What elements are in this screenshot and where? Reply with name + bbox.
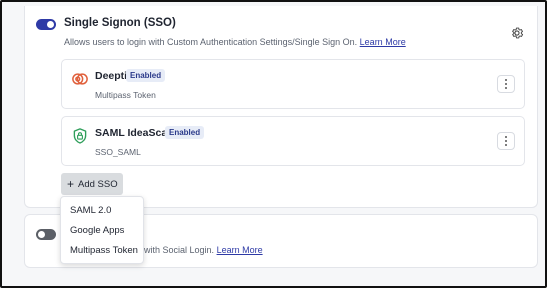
social-description-text: with Social Login. xyxy=(144,245,215,255)
provider-type: SSO_SAML xyxy=(95,147,141,157)
provider-name: Deepti xyxy=(95,70,128,82)
social-learn-more-link[interactable]: Learn More xyxy=(217,245,263,255)
dropdown-item-multipass-token[interactable]: Multipass Token xyxy=(61,242,143,262)
toggle-knob xyxy=(47,21,54,28)
provider-card-saml-ideascale: SAML IdeaScale Enabled SSO_SAML xyxy=(61,116,525,166)
toggle-knob xyxy=(38,231,45,238)
multipass-icon xyxy=(72,73,88,85)
sso-learn-more-link[interactable]: Learn More xyxy=(360,37,406,47)
sso-description: Allows users to login with Custom Authen… xyxy=(64,37,406,47)
provider-name: SAML IdeaScale xyxy=(95,127,176,139)
status-badge: Enabled xyxy=(165,126,205,139)
sso-title: Single Signon (SSO) xyxy=(64,17,176,29)
settings-panel: Single Signon (SSO) Allows users to logi… xyxy=(0,0,547,288)
kebab-icon xyxy=(505,78,507,90)
gear-icon[interactable] xyxy=(510,26,524,40)
add-sso-label: Add SSO xyxy=(78,178,118,190)
sso-toggle[interactable] xyxy=(36,19,56,30)
dropdown-item-saml[interactable]: SAML 2.0 xyxy=(61,202,143,222)
add-sso-button[interactable]: + Add SSO xyxy=(61,173,123,195)
status-badge: Enabled xyxy=(126,69,166,82)
kebab-icon xyxy=(505,135,507,147)
sso-card: Single Signon (SSO) Allows users to logi… xyxy=(24,6,538,208)
provider-type: Multipass Token xyxy=(95,90,156,100)
provider-card-deepti: Deepti Enabled Multipass Token xyxy=(61,59,525,109)
social-login-toggle[interactable] xyxy=(36,229,56,240)
social-login-description: with Social Login. Learn More xyxy=(144,245,263,255)
plus-icon: + xyxy=(67,177,75,191)
sso-description-text: Allows users to login with Custom Authen… xyxy=(64,37,358,47)
shield-lock-icon xyxy=(73,128,87,144)
provider-menu-button[interactable] xyxy=(497,132,515,150)
dropdown-item-google-apps[interactable]: Google Apps xyxy=(61,222,143,242)
add-sso-dropdown: SAML 2.0 Google Apps Multipass Token xyxy=(60,196,144,264)
provider-menu-button[interactable] xyxy=(497,75,515,93)
